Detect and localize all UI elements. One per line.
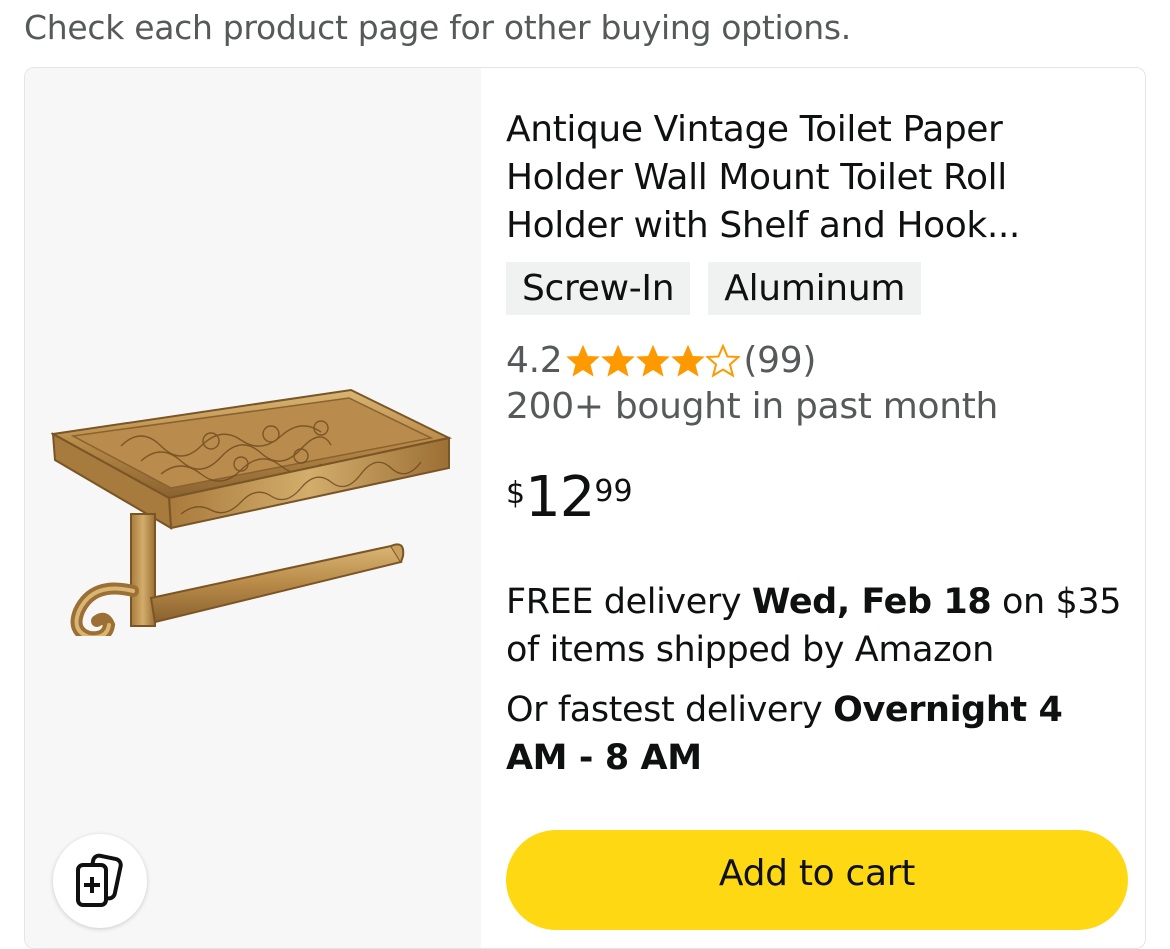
delivery-date: Wed, Feb 18 (751, 582, 992, 622)
bought-count: 200+ bought in past month (506, 386, 999, 427)
price-symbol: $ (506, 476, 526, 511)
price: $ 12 99 (506, 466, 633, 530)
rating-count[interactable]: (99) (743, 340, 816, 381)
star-full-icon (566, 344, 601, 377)
fastest-delivery: Or fastest delivery Overnight 4 AM - 8 A… (506, 686, 1128, 782)
star-rating (566, 343, 741, 378)
chip-material: Aluminum (708, 262, 922, 315)
rating-value: 4.2 (506, 340, 563, 381)
fastest-prefix: Or fastest delivery (506, 690, 834, 730)
product-title[interactable]: Antique Vintage Toilet Paper Holder Wall… (506, 106, 1086, 250)
compare-button[interactable] (53, 834, 147, 928)
star-full-icon (671, 344, 706, 377)
delivery-prefix: FREE delivery (506, 582, 752, 622)
attribute-chips: Screw-In Aluminum (506, 262, 922, 315)
chip-mount-type: Screw-In (506, 262, 691, 315)
buying-options-note: Check each product page for other buying… (24, 8, 851, 47)
product-image-panel[interactable] (25, 68, 481, 948)
compare-add-icon (76, 853, 123, 907)
price-fraction: 99 (594, 474, 633, 509)
product-card[interactable]: Antique Vintage Toilet Paper Holder Wall… (24, 67, 1146, 949)
product-image[interactable] (51, 386, 455, 636)
star-full-icon (601, 344, 636, 377)
star-empty-icon (706, 343, 741, 378)
star-full-icon (636, 344, 671, 377)
delivery-info: FREE delivery Wed, Feb 18 on $35 of item… (506, 578, 1128, 674)
add-to-cart-button[interactable]: Add to cart (506, 830, 1128, 930)
price-whole: 12 (525, 465, 595, 530)
rating-row[interactable]: 4.2 (99) (506, 340, 816, 381)
